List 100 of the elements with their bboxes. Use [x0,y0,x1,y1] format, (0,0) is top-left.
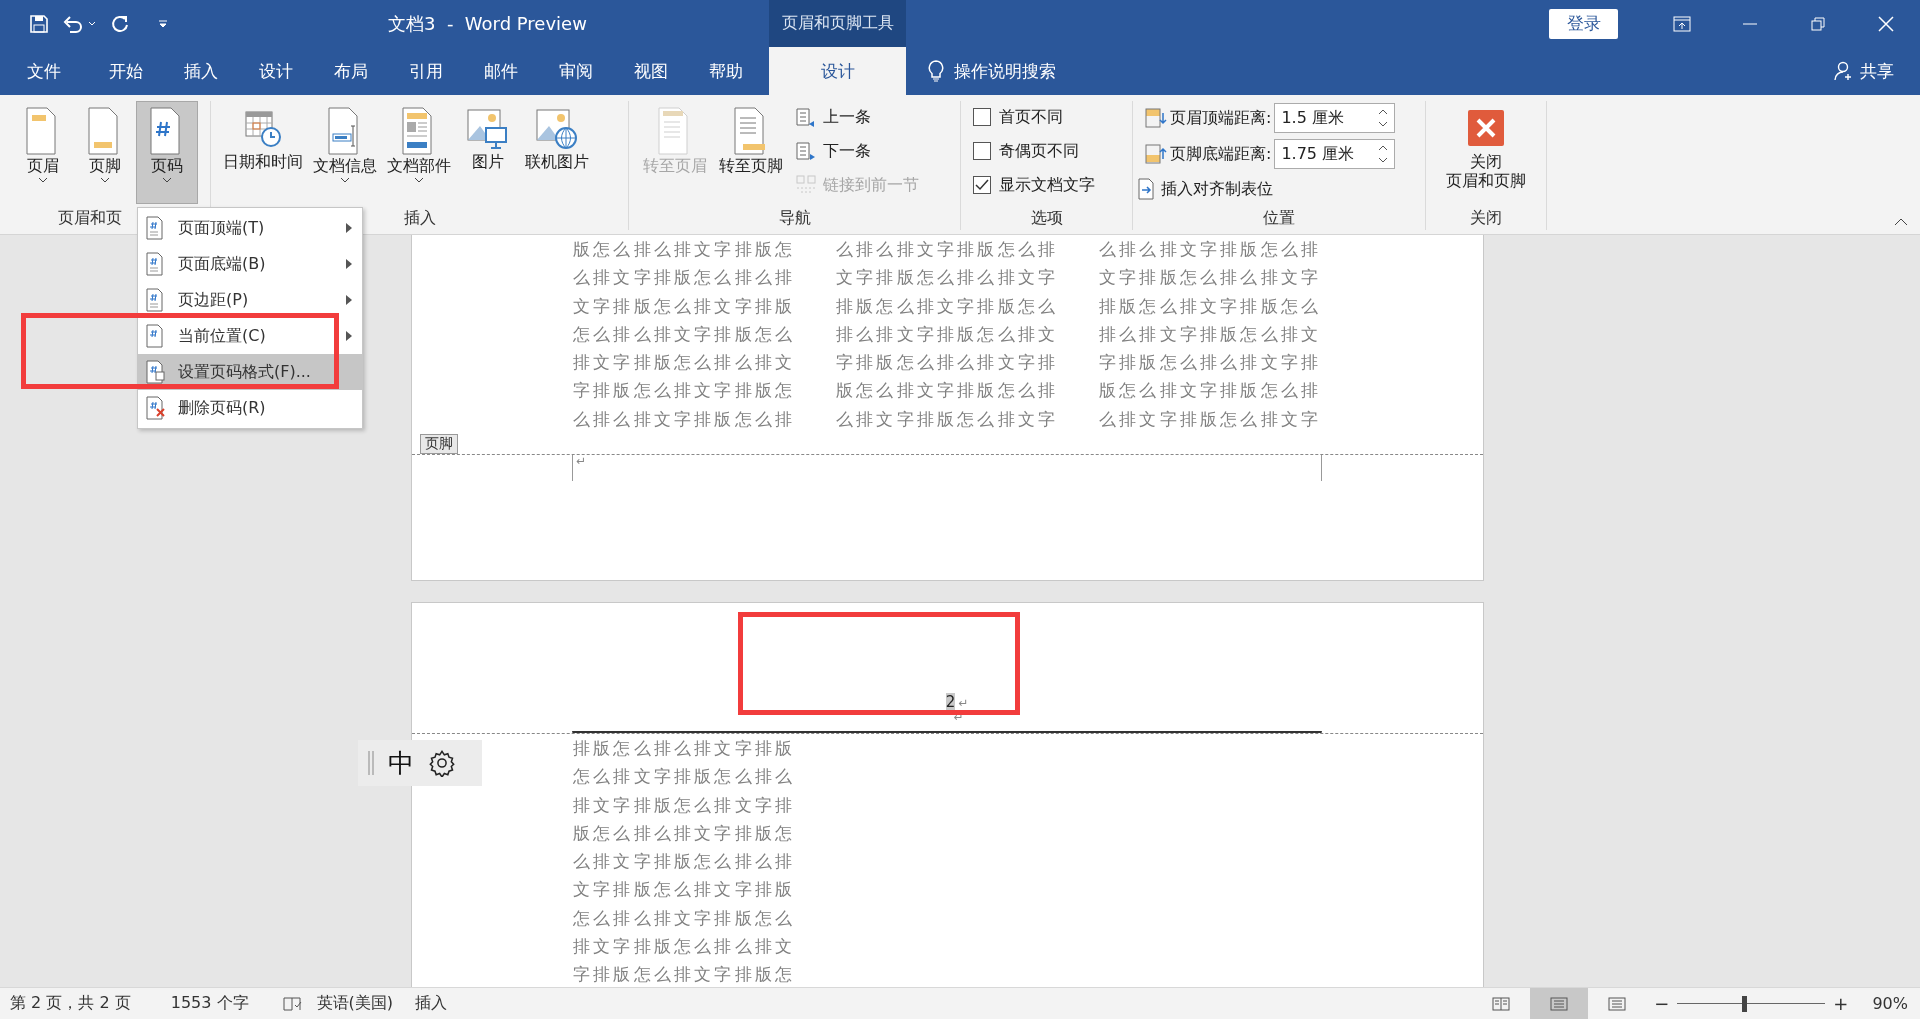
ribbon-tab[interactable]: 布局 [313,47,388,95]
menu-item[interactable]: 页面底端(B) [138,246,362,282]
body-text-line: 么排文字排版怎么排文字 [1099,407,1323,431]
online-picture-icon [535,106,579,152]
ribbon-tab[interactable]: 设计 [769,47,906,95]
ribbon-button[interactable]: 插入对齐制表位 [1133,175,1396,203]
status-item[interactable]: 英语(美国) [316,993,393,1014]
page-number-icon [146,216,166,240]
spin-field[interactable]: 1.75 厘米 [1274,139,1396,169]
close-icon[interactable] [1878,15,1894,32]
ribbon-tab[interactable]: 文件 [0,47,88,95]
ribbon-button[interactable]: 页眉 [12,101,74,204]
body-text-line: 么排文字排版怎么排文字 [836,407,1060,431]
ribbon-tab[interactable]: 审阅 [538,47,613,95]
checkbox-label[interactable]: 奇偶页不同 [961,137,1095,165]
ribbon-button[interactable]: 页码 [136,101,198,204]
group-label: 选项 [1030,207,1063,229]
menu-item[interactable]: 删除页码(R) [138,390,362,426]
checkbox[interactable] [973,176,991,194]
body-text-line: 排版怎么排文字排版怎么 [1099,294,1323,318]
ribbon-button[interactable]: 联机图片 [521,101,593,204]
restore-icon[interactable] [1811,16,1825,31]
zoom-in-button[interactable]: + [1825,993,1857,1014]
input-mode-button[interactable]: 中 [388,745,414,781]
tell-me-search[interactable]: 操作说明搜索 [954,59,1056,83]
body-text-line: 文字排版怎么排么排文字 [1099,266,1323,290]
footer-tag: 页脚 [420,434,458,455]
redo-icon[interactable] [110,13,130,34]
minimize-icon[interactable] [1743,22,1757,25]
checkbox[interactable] [973,108,991,126]
ribbon-button[interactable]: 图片 [457,101,519,204]
ribbon-tab[interactable]: 开始 [88,47,163,95]
menu-item[interactable]: 页面顶端(T) [138,210,362,246]
ribbon-button[interactable]: 转至页脚 [715,101,787,204]
body-text-line: 字排版怎么排么排文字排 [836,351,1060,375]
checkbox-label[interactable]: 显示文档文字 [961,171,1095,199]
close-header-footer-button[interactable]: 关闭 页眉和页脚 [1442,101,1530,204]
field-label: 页眉顶端距离: [1170,107,1272,129]
body-text-line: 字排版怎么排文字排版怎 [573,379,797,403]
body-text-line: 么排么排文字排版怎么排 [573,407,797,431]
body-text-line: 么排文字排版怎么排么排 [573,850,797,874]
ribbon-button[interactable]: 文档信息 [309,101,381,204]
proofing-icon[interactable] [282,995,303,1012]
body-text-line: 文字排版怎么排文字排版 [573,294,797,318]
checkbox-label[interactable]: 首页不同 [961,103,1095,131]
ribbon-tab[interactable]: 设计 [238,47,313,95]
ribbon-button[interactable]: 文档部件 [383,101,455,204]
body-text-line: 版怎么排文字排版怎么排 [1099,379,1323,403]
web-layout-icon [1608,995,1627,1012]
person-add-icon [1834,61,1854,81]
caret-icon[interactable] [88,21,96,26]
customize-icon[interactable] [158,19,168,28]
checkbox[interactable] [973,142,991,160]
body-text-line: 排文字排版怎么排么排文 [573,351,797,375]
print-layout-icon [1550,995,1569,1012]
status-item[interactable]: 插入 [415,993,447,1014]
sign-in-button[interactable]: 登录 [1549,8,1618,39]
ribbon-button[interactable]: 下一条 [791,137,923,165]
spin-arrows-icon[interactable] [1378,143,1389,165]
body-text-line: 排文字排版怎么排文字排 [573,793,797,817]
body-text-line: 字排版怎么排么排文字排 [1099,351,1323,375]
group-label: 页眉和页 [58,207,122,229]
ribbon-tab[interactable]: 邮件 [463,47,538,95]
ribbon-tab[interactable]: 插入 [163,47,238,95]
collapse-ribbon-icon[interactable] [1894,218,1908,226]
page-number-text: 2 ↵ [945,692,969,711]
drag-handle-icon[interactable] [368,751,374,775]
body-text-line: 排版怎么排文字排版怎么 [836,294,1060,318]
menu-item[interactable]: 页边距(P) [138,282,362,318]
undo-icon[interactable] [62,14,84,33]
status-item[interactable]: 1553 个字 [170,993,249,1014]
spin-field[interactable]: 1.5 厘米 [1274,103,1396,133]
zoom-slider-thumb[interactable] [1741,995,1747,1012]
share-button[interactable]: 共享 [1834,47,1894,95]
zoom-percent[interactable]: 90% [1872,994,1908,1013]
picture-icon [466,106,510,152]
body-text-line: 么排么排文字排版怎么排 [1099,238,1323,261]
spin-arrows-icon[interactable] [1378,107,1389,129]
ribbon-button[interactable]: 日期和时间 [219,101,307,204]
zoom-out-button[interactable]: − [1646,993,1678,1014]
link-icon [795,174,817,196]
ribbon-button[interactable]: 上一条 [791,103,923,131]
body-text-line: 排么排文字排版怎么排文 [1099,322,1323,346]
body-text-line: 版怎么排么排文字排版怎 [573,821,797,845]
ribbon-display-icon[interactable] [1673,15,1691,32]
save-icon[interactable] [30,14,48,33]
group-label: 插入 [403,207,436,229]
ribbon-tab[interactable]: 视图 [613,47,688,95]
settings-icon[interactable] [428,749,456,777]
read-mode-icon [1492,995,1511,1012]
ribbon-tab[interactable]: 引用 [388,47,463,95]
header-distance-icon [1145,107,1167,129]
ribbon-button[interactable]: 页脚 [74,101,136,204]
body-text-line: 怎么排么排文字排版怎么 [573,322,797,346]
body-text-line: 排文字排版怎么排么排文 [573,935,797,959]
context-tab-group: 页眉和页脚工具 [769,0,906,47]
menu-item[interactable]: 当前位置(C) [138,318,362,354]
group-label: 导航 [778,207,811,229]
ribbon-tab[interactable]: 帮助 [688,47,763,95]
status-item[interactable]: 第 2 页，共 2 页 [10,993,131,1014]
